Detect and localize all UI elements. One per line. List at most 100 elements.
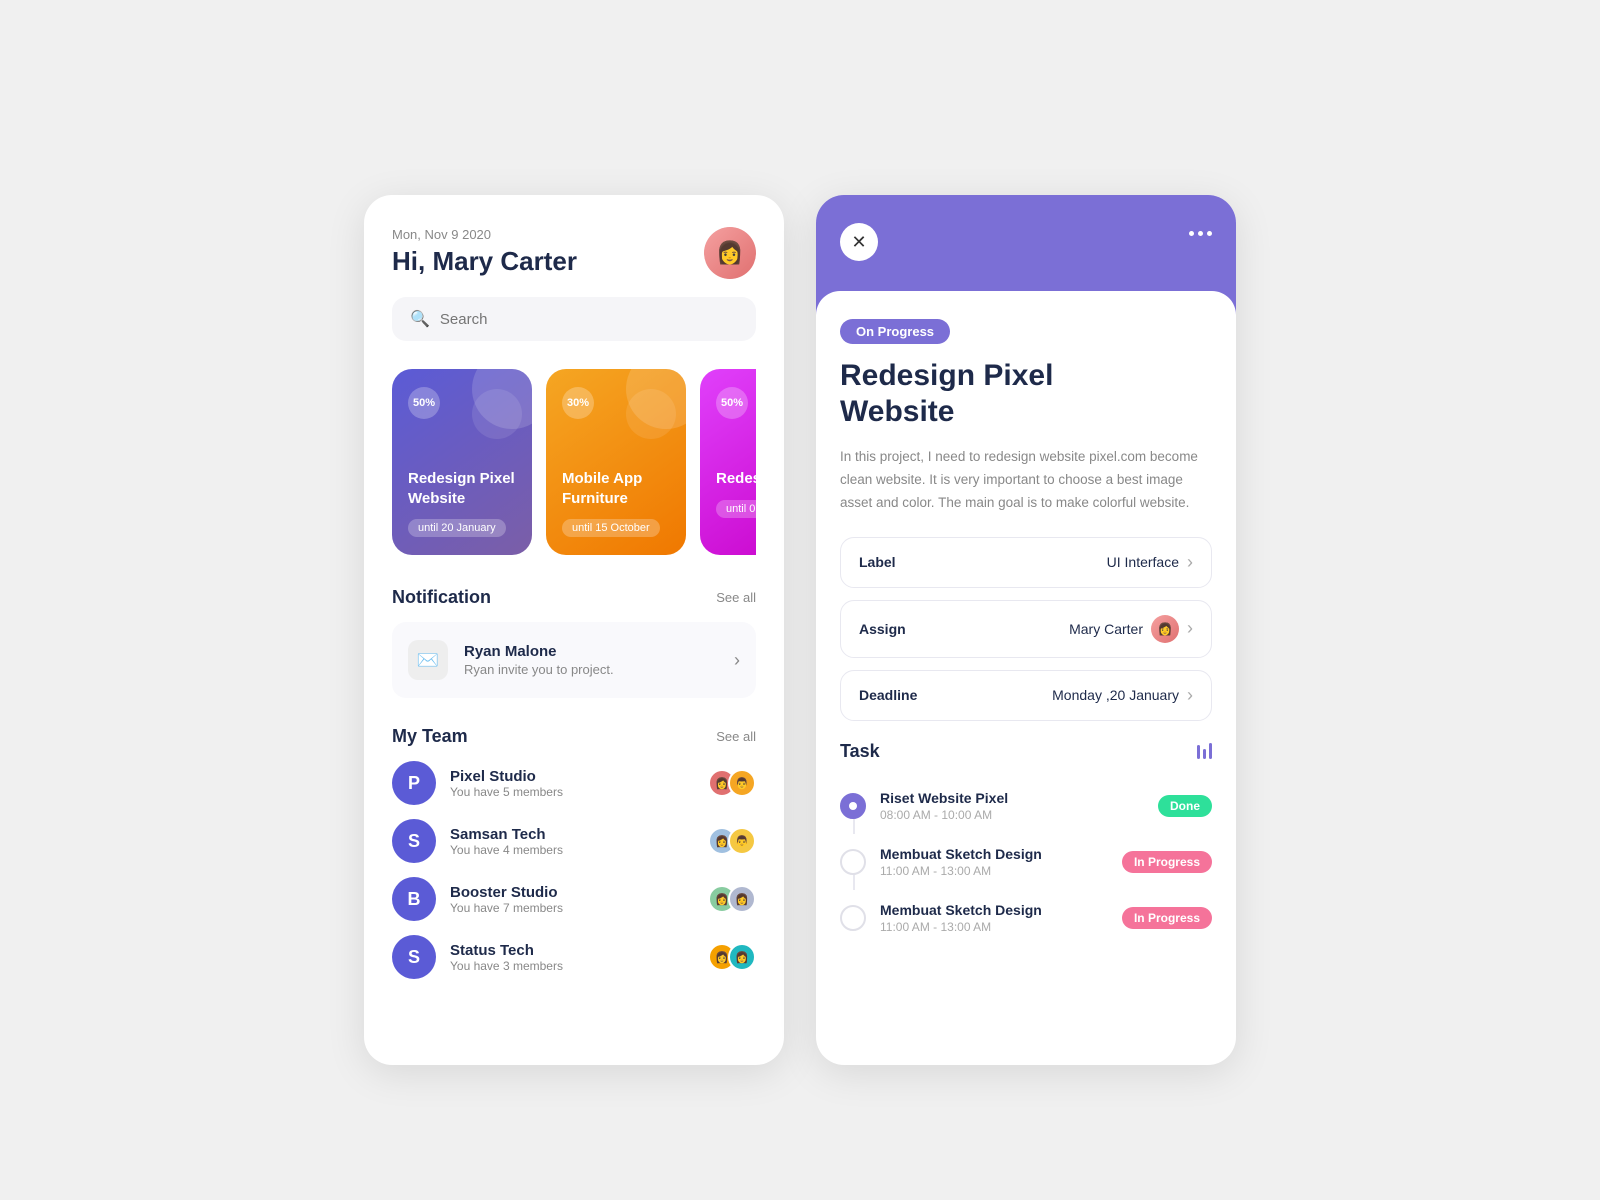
search-icon: 🔍 <box>410 309 430 329</box>
search-bar[interactable]: 🔍 <box>392 297 756 341</box>
team-2-avatars: 👩 👨 <box>708 827 756 855</box>
team-2-icon: S <box>392 819 436 863</box>
deadline-row[interactable]: Deadline Monday ,20 January › <box>840 670 1212 721</box>
label-row[interactable]: Label UI Interface › <box>840 537 1212 588</box>
team-1-avatars: 👩 👨 <box>708 769 756 797</box>
task-1-time: 08:00 AM - 10:00 AM <box>880 808 1144 822</box>
team-4-name: Status Tech <box>450 942 694 959</box>
project-title-line2: Website <box>840 395 954 428</box>
header-row: Mon, Nov 9 2020 Hi, Mary Carter 👩 <box>392 227 756 279</box>
filter-bar-2 <box>1203 749 1206 759</box>
task-2-name: Membuat Sketch Design <box>880 846 1108 862</box>
greeting: Hi, Mary Carter <box>392 246 577 277</box>
team-header: My Team See all <box>392 726 756 747</box>
card-1-date: until 20 January <box>408 519 506 537</box>
notification-card[interactable]: ✉️ Ryan Malone Ryan invite you to projec… <box>392 622 756 698</box>
team-4-info: Status Tech You have 3 members <box>450 942 694 973</box>
task-1-badge: Done <box>1158 795 1212 817</box>
task-list: Riset Website Pixel 08:00 AM - 10:00 AM … <box>840 778 1212 946</box>
task-3-badge: In Progress <box>1122 907 1212 929</box>
card-2-title: Mobile App Furniture <box>562 469 670 508</box>
team-item-3[interactable]: B Booster Studio You have 7 members 👩 👩 <box>392 877 756 921</box>
team-4-members: You have 3 members <box>450 959 694 973</box>
card-1-percent: 50% <box>408 387 440 419</box>
team-see-all[interactable]: See all <box>716 729 756 744</box>
screen-container: Mon, Nov 9 2020 Hi, Mary Carter 👩 🔍 50% … <box>364 195 1236 1065</box>
team-item-4[interactable]: S Status Tech You have 3 members 👩 👩 <box>392 935 756 979</box>
notif-desc: Ryan invite you to project. <box>464 662 718 677</box>
task-3-radio[interactable] <box>840 905 866 931</box>
team-3-icon: B <box>392 877 436 921</box>
assign-key: Assign <box>859 621 939 637</box>
team-3-members: You have 7 members <box>450 901 694 915</box>
team-4-icon: S <box>392 935 436 979</box>
notif-name: Ryan Malone <box>464 643 718 660</box>
user-info: Mon, Nov 9 2020 Hi, Mary Carter <box>392 227 577 277</box>
deadline-arrow-icon: › <box>1187 685 1193 706</box>
task-1-info: Riset Website Pixel 08:00 AM - 10:00 AM <box>880 790 1144 822</box>
project-cards-row: 50% Redesign Pixel Website until 20 Janu… <box>392 369 756 555</box>
card-2-percent: 30% <box>562 387 594 419</box>
avatar-image: 👩 <box>704 227 756 279</box>
left-panel: Mon, Nov 9 2020 Hi, Mary Carter 👩 🔍 50% … <box>364 195 784 1065</box>
project-title-line1: Redesign Pixel <box>840 359 1053 392</box>
task-2-info: Membuat Sketch Design 11:00 AM - 13:00 A… <box>880 846 1108 878</box>
project-card-2[interactable]: 30% Mobile App Furniture until 15 Octobe… <box>546 369 686 555</box>
dot-1 <box>1189 231 1194 236</box>
team-item-1[interactable]: P Pixel Studio You have 5 members 👩 👨 <box>392 761 756 805</box>
date-text: Mon, Nov 9 2020 <box>392 227 577 242</box>
task-item-2[interactable]: Membuat Sketch Design 11:00 AM - 13:00 A… <box>840 834 1212 890</box>
team-list: P Pixel Studio You have 5 members 👩 👨 S … <box>392 761 756 979</box>
task-3-info: Membuat Sketch Design 11:00 AM - 13:00 A… <box>880 902 1108 934</box>
task-1-name: Riset Website Pixel <box>880 790 1144 806</box>
task-header: Task <box>840 741 1212 762</box>
label-arrow-icon: › <box>1187 552 1193 573</box>
task-2-time: 11:00 AM - 13:00 AM <box>880 864 1108 878</box>
task-2-radio[interactable] <box>840 849 866 875</box>
team-1-icon: P <box>392 761 436 805</box>
task-1-radio[interactable] <box>840 793 866 819</box>
close-button[interactable]: ✕ <box>840 223 878 261</box>
task-3-name: Membuat Sketch Design <box>880 902 1108 918</box>
team-avatar: 👨 <box>728 827 756 855</box>
right-panel: ✕ On Progress Redesign Pixel Website In … <box>816 195 1236 1065</box>
search-input[interactable] <box>440 311 738 328</box>
project-card-1[interactable]: 50% Redesign Pixel Website until 20 Janu… <box>392 369 532 555</box>
team-avatar: 👨 <box>728 769 756 797</box>
team-2-info: Samsan Tech You have 4 members <box>450 826 694 857</box>
assign-row[interactable]: Assign Mary Carter 👩 › <box>840 600 1212 658</box>
notification-see-all[interactable]: See all <box>716 590 756 605</box>
task-item-3[interactable]: Membuat Sketch Design 11:00 AM - 13:00 A… <box>840 890 1212 946</box>
card-2-date: until 15 October <box>562 519 660 537</box>
team-item-2[interactable]: S Samsan Tech You have 4 members 👩 👨 <box>392 819 756 863</box>
team-3-avatars: 👩 👩 <box>708 885 756 913</box>
team-4-avatars: 👩 👩 <box>708 943 756 971</box>
notification-header: Notification See all <box>392 587 756 608</box>
task-3-time: 11:00 AM - 13:00 AM <box>880 920 1108 934</box>
more-options[interactable] <box>1189 223 1212 236</box>
card-3-title: Redesign IKEA <box>716 469 756 489</box>
assign-avatar: 👩 <box>1151 615 1179 643</box>
project-description: In this project, I need to redesign webs… <box>840 446 1212 515</box>
right-content: On Progress Redesign Pixel Website In th… <box>816 291 1236 974</box>
task-section-title: Task <box>840 741 880 762</box>
task-2-badge: In Progress <box>1122 851 1212 873</box>
card-3-date: until 07 No <box>716 500 756 518</box>
avatar[interactable]: 👩 <box>704 227 756 279</box>
team-2-members: You have 4 members <box>450 843 694 857</box>
project-card-3[interactable]: 50% Redesign IKEA until 07 No <box>700 369 756 555</box>
notification-icon: ✉️ <box>408 640 448 680</box>
label-key: Label <box>859 554 939 570</box>
team-avatar: 👩 <box>728 885 756 913</box>
status-badge: On Progress <box>840 319 950 344</box>
assign-arrow-icon: › <box>1187 618 1193 639</box>
notification-title: Notification <box>392 587 491 608</box>
card-1-title: Redesign Pixel Website <box>408 469 516 508</box>
task-item-1[interactable]: Riset Website Pixel 08:00 AM - 10:00 AM … <box>840 778 1212 834</box>
filter-bar-1 <box>1197 745 1200 759</box>
project-main-title: Redesign Pixel Website <box>840 358 1212 430</box>
team-3-info: Booster Studio You have 7 members <box>450 884 694 915</box>
assign-value: Mary Carter 👩 › <box>939 615 1193 643</box>
dot-2 <box>1198 231 1203 236</box>
filter-icon[interactable] <box>1197 743 1212 759</box>
